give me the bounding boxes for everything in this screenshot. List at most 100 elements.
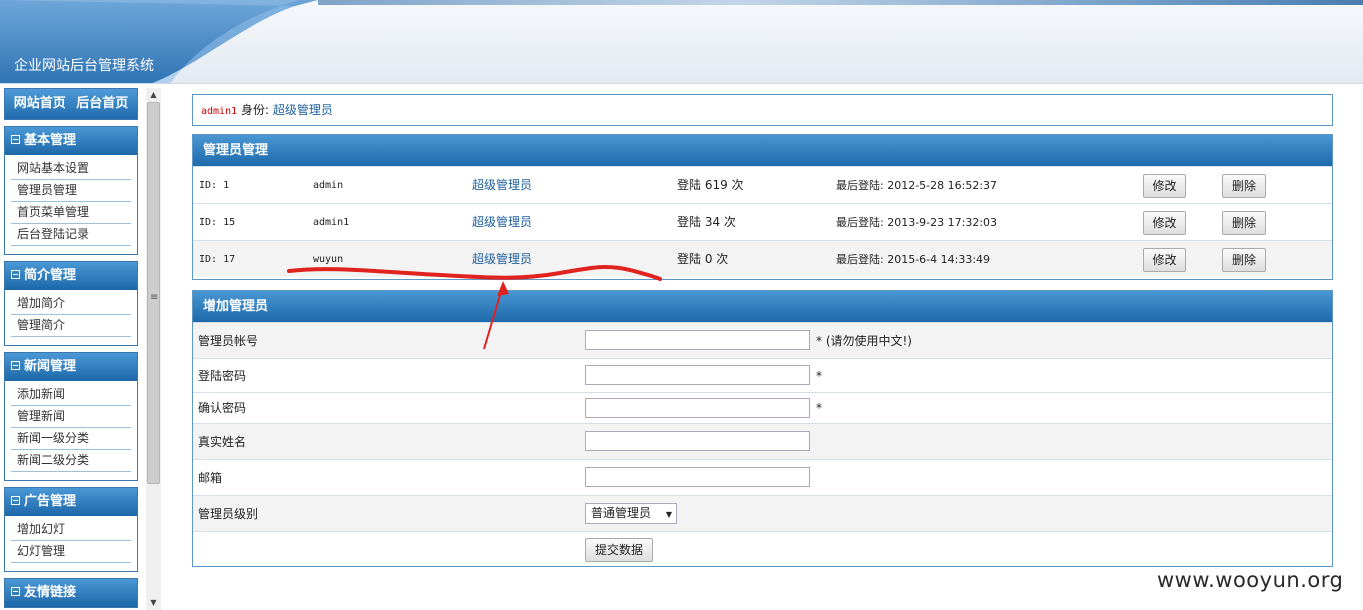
collapse-icon xyxy=(11,587,20,596)
admin-level-selected: 普通管理员 xyxy=(591,506,652,520)
menu-title: 基本管理 xyxy=(24,133,77,148)
sidebar-item-add-slide[interactable]: 增加幻灯 xyxy=(11,519,131,541)
sidebar-item-login-log[interactable]: 后台登陆记录 xyxy=(11,224,131,246)
admin-home-link[interactable]: 后台首页 xyxy=(76,96,128,111)
confirm-label: 确认密码 xyxy=(198,401,247,415)
header-banner: 企业网站后台管理系统 xyxy=(0,0,1363,84)
password-required-mark: * xyxy=(816,369,822,383)
account-label: 管理员帐号 xyxy=(198,334,259,348)
admin-level-select[interactable]: 普通管理员 ▼ xyxy=(585,503,677,524)
sidebar-item-site-settings[interactable]: 网站基本设置 xyxy=(11,158,131,180)
frame-splitter-handle-icon[interactable]: ≡ xyxy=(150,292,158,303)
form-row-account: 管理员帐号 * (请勿使用中文!) xyxy=(193,322,1332,358)
menu-links: 友情链接 xyxy=(4,578,138,608)
account-note: * (请勿使用中文!) xyxy=(816,334,912,348)
form-row-confirm: 确认密码 * xyxy=(193,392,1332,423)
menu-intro: 简介管理 增加简介 管理简介 xyxy=(4,261,138,346)
menu-header-basic[interactable]: 基本管理 xyxy=(5,127,137,155)
menu-title: 友情链接 xyxy=(24,585,77,600)
admin-list-title: 管理员管理 xyxy=(193,135,1332,166)
collapse-icon xyxy=(11,496,20,505)
form-row-level: 管理员级别 普通管理员 ▼ xyxy=(193,495,1332,531)
password-field[interactable] xyxy=(585,365,810,385)
collapse-icon xyxy=(11,361,20,370)
current-username: admin1 xyxy=(201,106,238,117)
admin-id: ID: 17 xyxy=(199,254,236,265)
sidebar-item-admin-manage[interactable]: 管理员管理 xyxy=(11,180,131,202)
site-home-link[interactable]: 网站首页 xyxy=(14,96,66,111)
email-field[interactable] xyxy=(585,467,810,487)
watermark: www.wooyun.org xyxy=(1157,568,1344,592)
sidebar-item-home-menu[interactable]: 首页菜单管理 xyxy=(11,202,131,224)
admin-last-login: 最后登陆: 2015-6-4 14:33:49 xyxy=(836,253,991,266)
sidebar-item-add-news[interactable]: 添加新闻 xyxy=(11,384,131,406)
form-row-email: 邮箱 xyxy=(193,459,1332,495)
admin-name: wuyun xyxy=(313,254,344,265)
menu-ads: 广告管理 增加幻灯 幻灯管理 xyxy=(4,487,138,572)
form-row-realname: 真实姓名 xyxy=(193,423,1332,459)
delete-button[interactable]: 删除 xyxy=(1222,174,1266,198)
sidebar-item-add-intro[interactable]: 增加简介 xyxy=(11,293,131,315)
sidebar-item-news-cat2[interactable]: 新闻二级分类 xyxy=(11,450,131,472)
add-admin-panel: 增加管理员 管理员帐号 * (请勿使用中文!) 登陆密码 * 确认密码 * 真实… xyxy=(192,290,1333,567)
email-label: 邮箱 xyxy=(198,471,223,485)
level-label: 管理员级别 xyxy=(198,507,259,521)
scroll-down-arrow-icon[interactable]: ▼ xyxy=(146,596,161,610)
admin-role: 超级管理员 xyxy=(472,252,533,266)
sidebar: 网站首页 后台首页 基本管理 网站基本设置 管理员管理 首页菜单管理 后台登陆记… xyxy=(4,88,138,610)
sidebar-scrollbar[interactable]: ▲ ▼ xyxy=(146,88,161,610)
admin-id: ID: 1 xyxy=(199,180,230,191)
realname-label: 真实姓名 xyxy=(198,435,247,449)
chevron-down-icon: ▼ xyxy=(665,510,672,519)
password-label: 登陆密码 xyxy=(198,369,247,383)
edit-button[interactable]: 修改 xyxy=(1143,174,1186,198)
add-admin-title: 增加管理员 xyxy=(193,291,1332,322)
header-top-strip xyxy=(318,0,1363,5)
admin-name: admin xyxy=(313,180,344,191)
edit-button[interactable]: 修改 xyxy=(1143,211,1186,235)
admin-last-login: 最后登陆: 2012-5-28 16:52:37 xyxy=(836,179,998,192)
admin-role: 超级管理员 xyxy=(472,215,533,229)
table-row: ID: 1 admin 超级管理员 登陆 619 次 最后登陆: 2012-5-… xyxy=(193,166,1332,203)
menu-title: 广告管理 xyxy=(24,494,77,509)
menu-title: 新闻管理 xyxy=(24,359,77,374)
delete-button[interactable]: 删除 xyxy=(1222,211,1266,235)
account-field[interactable] xyxy=(585,330,810,350)
edit-button[interactable]: 修改 xyxy=(1143,248,1186,272)
menu-title: 简介管理 xyxy=(24,268,77,283)
current-user-role: 超级管理员 xyxy=(272,103,333,117)
sidebar-item-news-cat1[interactable]: 新闻一级分类 xyxy=(11,428,131,450)
admin-last-login: 最后登陆: 2013-9-23 17:32:03 xyxy=(836,216,998,229)
admin-list-panel: 管理员管理 ID: 1 admin 超级管理员 登陆 619 次 最后登陆: 2… xyxy=(192,134,1333,280)
sidebar-item-manage-news[interactable]: 管理新闻 xyxy=(11,406,131,428)
confirm-required-mark: * xyxy=(816,401,822,415)
submit-button[interactable]: 提交数据 xyxy=(585,538,653,562)
table-row: ID: 15 admin1 超级管理员 登陆 34 次 最后登陆: 2013-9… xyxy=(193,203,1332,240)
scroll-up-arrow-icon[interactable]: ▲ xyxy=(146,88,161,102)
confirm-password-field[interactable] xyxy=(585,398,810,418)
sidebar-item-manage-intro[interactable]: 管理简介 xyxy=(11,315,131,337)
menu-header-intro[interactable]: 简介管理 xyxy=(5,262,137,290)
collapse-icon xyxy=(11,135,20,144)
menu-basic: 基本管理 网站基本设置 管理员管理 首页菜单管理 后台登陆记录 xyxy=(4,126,138,255)
app-title: 企业网站后台管理系统 xyxy=(14,58,154,74)
admin-name: admin1 xyxy=(313,217,350,228)
admin-id: ID: 15 xyxy=(199,217,236,228)
home-links-bar: 网站首页 后台首页 xyxy=(4,88,138,120)
form-row-password: 登陆密码 * xyxy=(193,358,1332,392)
identity-label: 身份: xyxy=(240,103,269,117)
form-row-submit: 提交数据 xyxy=(193,531,1332,567)
current-user-bar: admin1 身份: 超级管理员 xyxy=(192,94,1333,126)
admin-login-count: 登陆 0 次 xyxy=(677,252,729,266)
menu-header-links[interactable]: 友情链接 xyxy=(5,579,137,607)
collapse-icon xyxy=(11,270,20,279)
admin-role: 超级管理员 xyxy=(472,178,533,192)
table-row: ID: 17 wuyun 超级管理员 登陆 0 次 最后登陆: 2015-6-4… xyxy=(193,240,1332,277)
delete-button[interactable]: 删除 xyxy=(1222,248,1266,272)
sidebar-item-manage-slide[interactable]: 幻灯管理 xyxy=(11,541,131,563)
realname-field[interactable] xyxy=(585,431,810,451)
menu-header-ads[interactable]: 广告管理 xyxy=(5,488,137,516)
admin-login-count: 登陆 619 次 xyxy=(677,178,744,192)
menu-header-news[interactable]: 新闻管理 xyxy=(5,353,137,381)
admin-login-count: 登陆 34 次 xyxy=(677,215,736,229)
